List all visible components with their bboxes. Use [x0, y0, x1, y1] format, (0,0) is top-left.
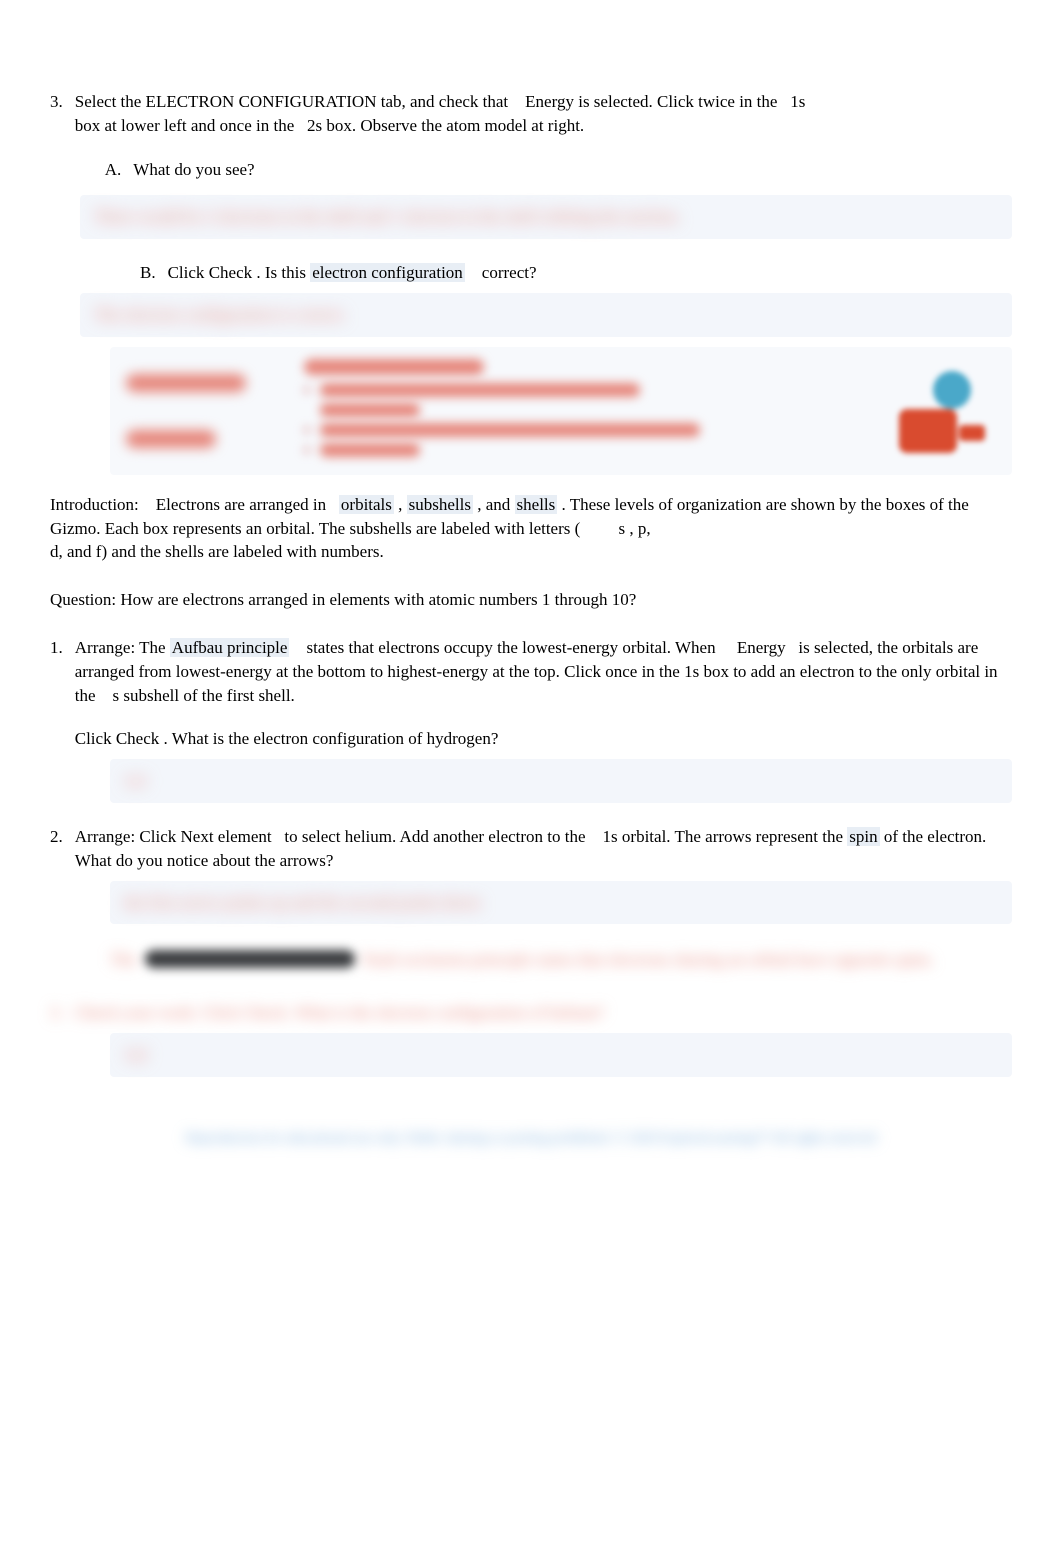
q2-p3: orbital. The arrows represent the — [618, 827, 848, 846]
intro-p3: d, and f) and the shells are labeled wit… — [50, 542, 384, 561]
hidden-answer-q1-text: 1s1 — [124, 769, 164, 793]
activity-b3 — [320, 443, 420, 457]
keyword-shells: shells — [515, 495, 558, 514]
activity-bullet-2 — [304, 423, 868, 437]
hidden-answer-q1: 1s1 — [110, 759, 1012, 803]
electron-configuration-keyword: electron configuration — [310, 263, 465, 282]
q1-check-a: Click — [75, 729, 116, 748]
q3-a-letter: A. — [105, 158, 122, 182]
keyword-subshells: subshells — [407, 495, 473, 514]
q3-number: 3. — [50, 90, 63, 187]
hidden-answer-3b: The electron configuration is correct. — [80, 293, 1012, 337]
keyword-orbitals: orbitals — [339, 495, 394, 514]
keyword-spin: spin — [847, 827, 879, 846]
q3-p4: box. Observe the atom model at right. — [326, 116, 584, 135]
q3-p1: Select the ELECTRON CONFIGURATION tab, a… — [75, 92, 513, 111]
q1-body: Arrange: The Aufbau principle states tha… — [75, 636, 1012, 751]
activity-b1b — [320, 403, 420, 417]
keyword-aufbau-principle: Aufbau principle — [170, 638, 290, 657]
activity-card-image — [886, 355, 996, 467]
q3-a-text: What do you see? — [133, 158, 1012, 182]
q3-b-check: Check — [209, 263, 252, 282]
activity-label-a-hidden — [126, 374, 246, 392]
activity-bullet-1 — [304, 383, 868, 397]
q1-number: 1. — [50, 636, 63, 751]
q3-text: Select the ELECTRON CONFIGURATION tab, a… — [75, 92, 806, 135]
q2-number: 2. — [50, 825, 63, 873]
hidden-answer-3a-text: There would be 2 electrons in the shell … — [94, 205, 998, 229]
q3-2s: 2s — [307, 116, 322, 135]
question-1: 1. Arrange: The Aufbau principle states … — [50, 636, 1012, 751]
intro-p1: Electrons are arranged in — [152, 495, 331, 514]
q3-p2: is selected. Click twice in the — [578, 92, 781, 111]
q3b-line: Check your work: Click Check. What is th… — [75, 1001, 1012, 1025]
q1-p5: subshell of the first shell. — [119, 686, 295, 705]
q2-next-element: Next element — [181, 827, 272, 846]
hidden-answer-3a: There would be 2 electrons in the shell … — [80, 195, 1012, 239]
q1-check-b: . What is the electron configuration of … — [159, 729, 498, 748]
q3-b-p1: Click — [168, 263, 209, 282]
introduction-paragraph: Introduction: Electrons are arranged in … — [50, 493, 1012, 564]
bullet-icon — [304, 427, 310, 433]
activity-card-mid — [304, 355, 868, 467]
footer: Reproduction for educational use only. P… — [50, 1125, 1012, 1149]
pauli-line: The Pauli exclusion principle states tha… — [50, 946, 1012, 971]
q2-p1: Arrange: Click — [75, 827, 181, 846]
q3-1s: 1s — [790, 92, 805, 111]
q1-1s: 1s — [684, 662, 699, 681]
q1-check: Check — [116, 729, 159, 748]
q2-1s: 1s — [603, 827, 618, 846]
pauli-principle-hidden-icon — [145, 950, 355, 968]
activity-bullet-3 — [304, 443, 868, 457]
q3-body: Select the ELECTRON CONFIGURATION tab, a… — [75, 90, 1012, 187]
pauli-tail-hidden: Pauli exclusion principle states that el… — [363, 948, 934, 972]
q3-b-letter: B. — [140, 261, 156, 285]
q3-p3: box at lower left and once in the — [75, 116, 299, 135]
q1-p1: Arrange: The — [75, 638, 170, 657]
q2-body: Arrange: Click Next element to select he… — [75, 825, 1012, 873]
activity-card-left — [126, 355, 286, 467]
activity-label-b-hidden — [126, 430, 216, 448]
hidden-answer-q3b: 1s2 — [110, 1033, 1012, 1077]
q3-b-p2: . Is this — [252, 263, 310, 282]
question-3b-hidden: 3. Check your work: Click Check. What is… — [50, 1001, 1012, 1025]
intro-csp: , — [625, 519, 638, 538]
intro-label: Introduction: — [50, 495, 139, 514]
activity-title-hidden — [304, 359, 484, 375]
activity-b1 — [320, 383, 640, 397]
q3-sub-b: B. Click Check . Is this electron config… — [50, 261, 1012, 285]
footer-text-hidden: Reproduction for educational use only. P… — [186, 1129, 876, 1149]
intro-c2: , and — [473, 495, 515, 514]
q1-energy: Energy — [737, 638, 786, 657]
hidden-answer-q2a: the first arrow points up and the second… — [110, 881, 1012, 925]
q1-p2: states that electrons occupy the lowest-… — [302, 638, 720, 657]
hidden-answer-3b-text: The electron configuration is correct. — [94, 303, 394, 327]
q3-sub-a: A. What do you see? — [75, 158, 1012, 182]
q2-p2: to select helium. Add another electron t… — [280, 827, 590, 846]
q3-energy: Energy — [525, 92, 574, 111]
q3b-number: 3. — [50, 1001, 63, 1025]
q3-b-p3: correct? — [478, 263, 537, 282]
activity-card — [110, 347, 1012, 475]
q3-b-body: Click Check . Is this electron configura… — [168, 261, 1012, 285]
hidden-answer-q2a-text: the first arrow points up and the second… — [124, 891, 544, 915]
hidden-answer-q3b-text: 1s2 — [124, 1043, 164, 1067]
atom-illustration-icon — [893, 365, 989, 457]
activity-b2 — [320, 423, 700, 437]
question-line: Question: How are electrons arranged in … — [50, 588, 1012, 612]
bullet-icon — [304, 447, 310, 453]
question-2: 2. Arrange: Click Next element to select… — [50, 825, 1012, 873]
activity-bullet-1b — [304, 403, 868, 417]
bullet-icon — [304, 387, 310, 393]
pauli-pre-hidden: The — [110, 948, 136, 972]
intro-c1: , — [394, 495, 407, 514]
letter-p: p — [638, 519, 647, 538]
question-3: 3. Select the ELECTRON CONFIGURATION tab… — [50, 90, 1012, 187]
